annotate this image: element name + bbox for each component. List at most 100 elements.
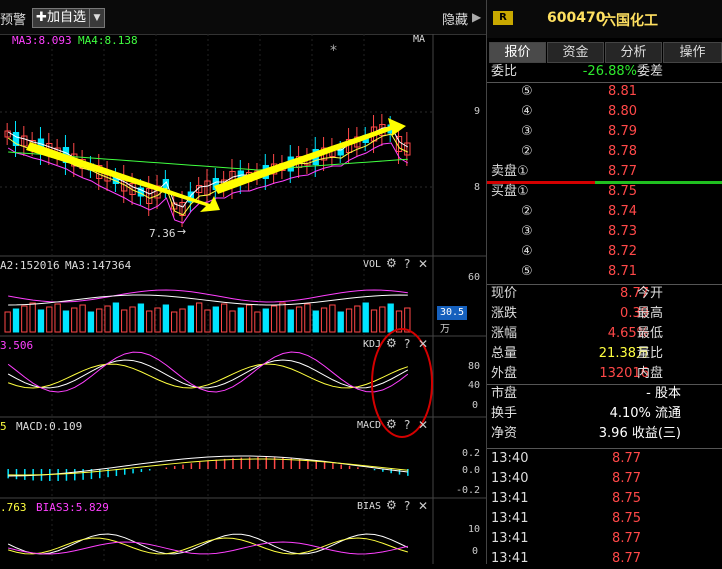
- add-watchlist-button[interactable]: ✚加自选: [32, 8, 90, 28]
- volume-bar: [171, 311, 178, 333]
- quote-row: 总量 21.38万 量比: [487, 344, 722, 364]
- vol-indicator-name[interactable]: VOL: [363, 259, 381, 270]
- tick-time: 13:40: [491, 451, 529, 466]
- tick-time: 13:41: [491, 551, 529, 566]
- volume-bar: [295, 306, 303, 333]
- volume-bar: [254, 311, 261, 333]
- sell-price: 8.79: [608, 124, 637, 139]
- gear-icon[interactable]: ⚙: [386, 336, 397, 350]
- kdj-axis-label: 0: [472, 400, 479, 411]
- weibi-label: 委比: [491, 64, 518, 79]
- candle: [146, 188, 153, 204]
- volume-bar: [137, 303, 145, 333]
- help-icon[interactable]: ?: [404, 257, 410, 271]
- kdj-indicator-name[interactable]: KDJ: [363, 339, 381, 350]
- sell-order-row[interactable]: 卖盘① 8.77: [487, 162, 722, 182]
- volume-bar: [46, 306, 53, 333]
- kline-chart[interactable]: [0, 34, 486, 564]
- sell-level-label: ④: [521, 104, 533, 119]
- vol-ma2-readout: A2:152016: [0, 259, 60, 272]
- close-icon[interactable]: ✕: [418, 499, 428, 513]
- volume-bar: [387, 303, 394, 333]
- sell-order-row[interactable]: ② 8.78: [487, 142, 722, 162]
- tick-row[interactable]: 13:41 8.77: [487, 549, 722, 569]
- tick-time: 13:40: [491, 471, 529, 486]
- tick-price: 8.77: [612, 471, 641, 486]
- volume-bar: [87, 311, 95, 333]
- sell-order-row[interactable]: ④ 8.80: [487, 102, 722, 122]
- tab-analysis[interactable]: 分析: [605, 42, 662, 63]
- sell-order-row[interactable]: ③ 8.79: [487, 122, 722, 142]
- gear-icon[interactable]: ⚙: [386, 417, 397, 431]
- buy-order-row[interactable]: ④ 8.72: [487, 242, 722, 262]
- volume-bar: [379, 306, 386, 333]
- buy-order-row[interactable]: ③ 8.73: [487, 222, 722, 242]
- volume-bar: [129, 306, 136, 333]
- volume-bar: [229, 310, 236, 333]
- alert-button[interactable]: 预警: [0, 9, 26, 28]
- kdj-d-line: [8, 363, 409, 389]
- help-icon[interactable]: ?: [404, 418, 410, 432]
- chart-area[interactable]: MA3:8.093 MA4:8.138 MA * 9 8 7.36 → A2:1…: [0, 34, 486, 564]
- buy-level-label: ②: [521, 204, 533, 219]
- price-indicator-name[interactable]: MA: [413, 34, 425, 45]
- tick-row[interactable]: 13:41 8.77: [487, 529, 722, 549]
- volume-bar: [54, 303, 61, 333]
- tab-operation[interactable]: 操作: [663, 42, 722, 63]
- chevron-down-icon[interactable]: ▼: [89, 8, 105, 28]
- sell-price: 8.81: [608, 84, 637, 99]
- info-label: 换手: [491, 406, 518, 421]
- vol-axis-label: 60: [468, 272, 481, 283]
- sell-price: 8.78: [608, 144, 637, 159]
- close-icon[interactable]: ✕: [418, 418, 428, 432]
- tick-price: 8.77: [612, 551, 641, 566]
- vol-ma3-readout: MA3:147364: [65, 259, 132, 272]
- quote-row: 外盘 132016 内盘: [487, 364, 722, 384]
- macd-indicator-name[interactable]: MACD: [357, 420, 381, 431]
- close-icon[interactable]: ✕: [418, 337, 428, 351]
- bias-indicator-name[interactable]: BIAS: [357, 501, 381, 512]
- buy-price: 8.71: [608, 264, 637, 279]
- quote-label-2: 内盘: [637, 366, 664, 381]
- volume-bar: [370, 309, 378, 333]
- help-icon[interactable]: ?: [404, 337, 410, 351]
- gear-icon[interactable]: ⚙: [386, 256, 397, 270]
- tick-price: 8.77: [612, 451, 641, 466]
- star-icon: *: [330, 43, 337, 59]
- quote-row: 现价 8.77 今开: [487, 284, 722, 304]
- tick-row[interactable]: 13:41 8.75: [487, 509, 722, 529]
- buy-level-label: ③: [521, 224, 533, 239]
- buy-level-label: 买盘①: [491, 184, 529, 199]
- buy-order-row[interactable]: ② 8.74: [487, 202, 722, 222]
- hide-button[interactable]: 隐藏: [442, 9, 468, 28]
- quote-label: 涨幅: [491, 326, 518, 341]
- sell-level-label: ⑤: [521, 84, 533, 99]
- buy-order-row[interactable]: 买盘① 8.75: [487, 182, 722, 202]
- gear-icon[interactable]: ⚙: [386, 498, 397, 512]
- help-icon[interactable]: ?: [404, 499, 410, 513]
- info-row: 市盘 - 股本: [487, 384, 722, 404]
- buy-order-row[interactable]: ⑤ 8.71: [487, 262, 722, 282]
- close-icon[interactable]: ✕: [418, 257, 428, 271]
- bias-value-readout: .763: [0, 501, 27, 514]
- volume-bar: [162, 304, 170, 333]
- sell-order-row[interactable]: ⑤ 8.81: [487, 82, 722, 102]
- volume-bar: [354, 305, 361, 333]
- info-value: - 股本: [646, 386, 681, 401]
- tick-row[interactable]: 13:40 8.77: [487, 469, 722, 489]
- ma4-readout: MA4:8.138: [78, 34, 138, 47]
- quote-label-2: 最低: [637, 326, 664, 341]
- tab-quote[interactable]: 报价: [489, 42, 546, 63]
- tab-funds[interactable]: 资金: [547, 42, 604, 63]
- sell-level-label: ③: [521, 124, 533, 139]
- collapse-right-icon[interactable]: ▶: [472, 10, 481, 24]
- volume-bar: [29, 302, 36, 333]
- volume-bar: [12, 308, 20, 333]
- volume-bar: [345, 308, 353, 333]
- quote-row: 涨幅 4.65% 最低: [487, 324, 722, 344]
- volume-bar: [329, 304, 336, 333]
- tick-row[interactable]: 13:40 8.77: [487, 449, 722, 469]
- tick-row[interactable]: 13:41 8.75: [487, 489, 722, 509]
- volume-bar: [196, 302, 203, 333]
- buy-level-label: ④: [521, 244, 533, 259]
